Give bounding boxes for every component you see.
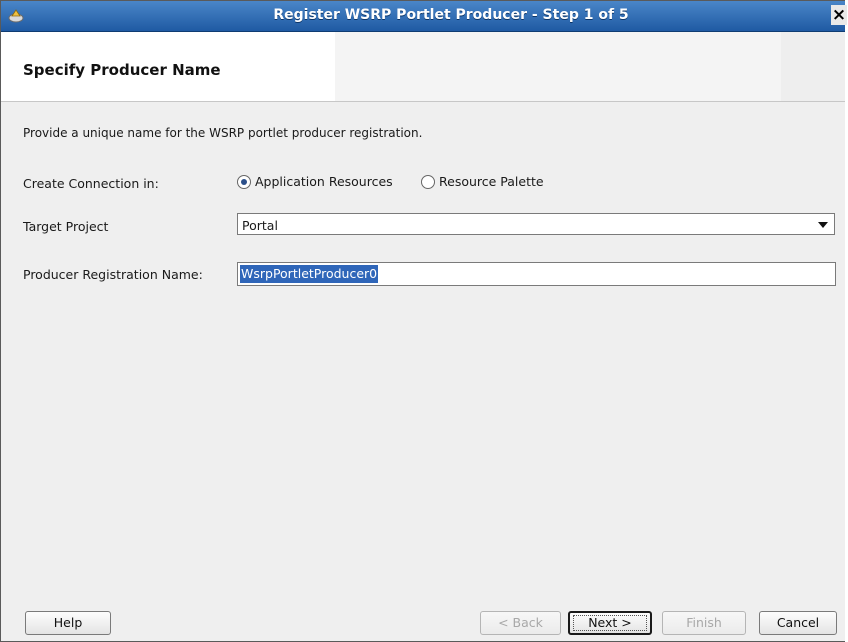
next-button[interactable]: Next > xyxy=(568,611,652,635)
radio-label: Resource Palette xyxy=(439,174,544,189)
close-icon[interactable]: × xyxy=(831,5,847,25)
radio-label: Application Resources xyxy=(255,174,393,189)
header-shade-right xyxy=(781,32,845,101)
connection-label: Create Connection in: xyxy=(23,176,159,191)
finish-button[interactable]: Finish xyxy=(662,611,746,635)
wizard-header: Specify Producer Name xyxy=(1,32,845,102)
target-project-value: Portal xyxy=(242,218,278,233)
wizard-dialog: Register WSRP Portlet Producer - Step 1 … xyxy=(0,0,847,642)
target-project-select[interactable]: Portal xyxy=(237,213,835,235)
registration-name-label: Producer Registration Name: xyxy=(23,267,203,282)
wizard-body: Provide a unique name for the WSRP portl… xyxy=(1,102,845,603)
cancel-button[interactable]: Cancel xyxy=(759,611,837,635)
chevron-down-icon[interactable] xyxy=(818,222,828,228)
registration-name-value: WsrpPortletProducer0 xyxy=(240,265,379,283)
description-text: Provide a unique name for the WSRP portl… xyxy=(23,126,423,140)
radio-resource-palette[interactable]: Resource Palette xyxy=(421,174,544,189)
target-project-label: Target Project xyxy=(23,219,109,234)
page-title: Specify Producer Name xyxy=(23,61,221,79)
wizard-footer: Help < Back Next > Finish Cancel xyxy=(1,603,845,641)
wizard-app-icon xyxy=(8,9,24,23)
window-title: Register WSRP Portlet Producer - Step 1 … xyxy=(273,7,629,23)
back-button[interactable]: < Back xyxy=(480,611,561,635)
header-shade xyxy=(335,32,845,101)
radio-application-resources[interactable]: Application Resources xyxy=(237,174,393,189)
registration-name-input[interactable]: WsrpPortletProducer0 xyxy=(237,262,836,286)
help-button[interactable]: Help xyxy=(25,611,111,635)
radio-unselected-icon xyxy=(421,174,435,189)
radio-selected-icon xyxy=(237,174,251,189)
title-bar[interactable]: Register WSRP Portlet Producer - Step 1 … xyxy=(1,1,847,32)
focus-ring xyxy=(573,615,647,631)
